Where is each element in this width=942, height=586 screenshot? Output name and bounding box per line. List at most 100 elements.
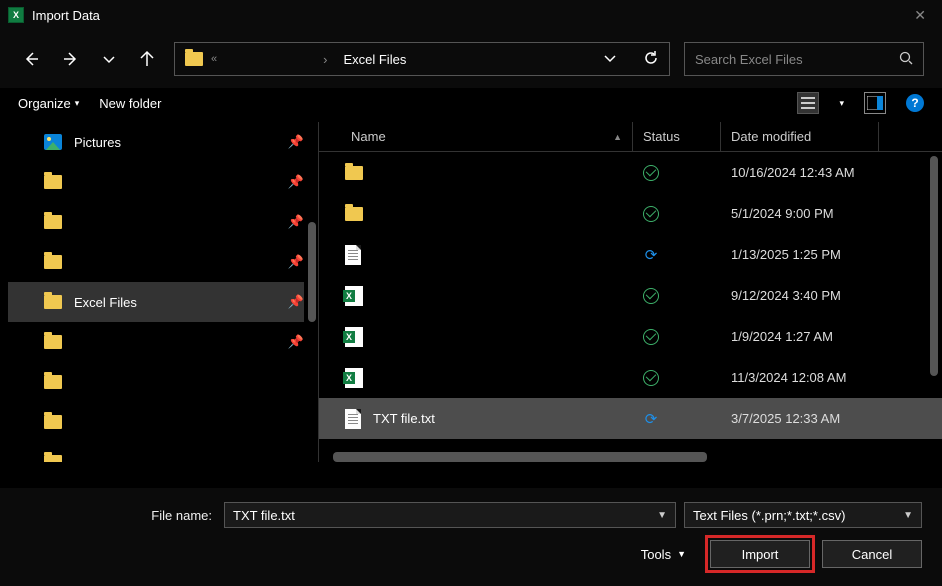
text-file-icon (345, 409, 361, 429)
address-bar[interactable]: « › Excel Files (174, 42, 670, 76)
file-name-label: File name: (151, 508, 212, 523)
help-button[interactable]: ? (906, 94, 924, 112)
xls-file-icon (345, 327, 363, 347)
pin-icon: 📌 (288, 334, 304, 350)
sidebar-item-label: Excel Files (74, 295, 276, 310)
file-date: 5/1/2024 9:00 PM (721, 206, 879, 221)
search-input[interactable] (695, 52, 899, 67)
file-list-v-scrollbar[interactable] (930, 156, 938, 416)
folder-icon (44, 335, 62, 349)
recent-dropdown-button[interactable] (98, 48, 120, 70)
sidebar-item[interactable]: 📌 (8, 242, 304, 282)
sidebar-item[interactable] (8, 442, 304, 462)
file-date: 1/13/2025 1:25 PM (721, 247, 879, 262)
file-row[interactable]: 1/9/2024 1:27 AM (319, 316, 942, 357)
file-row[interactable]: 5/1/2024 9:00 PM (319, 193, 942, 234)
folder-icon (345, 166, 363, 180)
tools-dropdown[interactable]: Tools ▼ (641, 547, 686, 562)
sidebar-scrollbar[interactable] (308, 122, 316, 462)
column-headers: Name ▲ Status Date modified (319, 122, 942, 152)
forward-button[interactable] (58, 46, 84, 72)
file-list: Name ▲ Status Date modified 10/16/2024 1… (318, 122, 942, 462)
file-type-value: Text Files (*.prn;*.txt;*.csv) (693, 508, 903, 523)
sidebar-item[interactable]: Pictures 📌 (8, 122, 304, 162)
column-date-header[interactable]: Date modified (721, 122, 879, 151)
status-available-icon (643, 165, 659, 181)
navigation-row: « › Excel Files (0, 30, 942, 88)
title-bar: X Import Data ✕ (0, 0, 942, 30)
pin-icon: 📌 (288, 254, 304, 270)
excel-app-icon: X (8, 7, 24, 23)
sidebar-scrollbar-thumb[interactable] (308, 222, 316, 322)
folder-icon (44, 455, 62, 462)
body-area: Pictures 📌 📌 📌 📌 Excel Files 📌 📌 Name ▲ Status … (0, 122, 942, 462)
footer: File name: ▼ Text Files (*.prn;*.txt;*.c… (0, 488, 942, 586)
sidebar-item[interactable]: 📌 (8, 202, 304, 242)
folder-icon (44, 175, 62, 189)
sidebar-item[interactable]: 📌 (8, 322, 304, 362)
file-name: TXT file.txt (373, 411, 435, 426)
back-button[interactable] (18, 46, 44, 72)
file-name-field[interactable]: ▼ (224, 502, 676, 528)
pin-icon: 📌 (288, 174, 304, 190)
file-list-h-scrollbar[interactable] (333, 452, 707, 462)
address-dropdown-icon[interactable] (603, 51, 617, 68)
new-folder-label: New folder (99, 96, 161, 111)
cancel-button[interactable]: Cancel (822, 540, 922, 568)
toolbar: Organize ▾ New folder ▾ ? (0, 88, 942, 122)
file-row[interactable]: 11/3/2024 12:08 AM (319, 357, 942, 398)
breadcrumb-overflow-icon[interactable]: « (211, 53, 217, 65)
breadcrumb-current[interactable]: Excel Files (337, 50, 412, 69)
file-type-dropdown[interactable]: Text Files (*.prn;*.txt;*.csv) ▼ (684, 502, 922, 528)
tools-label: Tools (641, 547, 671, 562)
sidebar: Pictures 📌 📌 📌 📌 Excel Files 📌 📌 (8, 122, 318, 462)
chevron-right-icon: › (323, 52, 327, 67)
view-dropdown-icon[interactable]: ▾ (839, 98, 844, 109)
refresh-button[interactable] (643, 50, 659, 69)
file-row[interactable]: 9/12/2024 3:40 PM (319, 275, 942, 316)
file-date: 10/16/2024 12:43 AM (721, 165, 879, 180)
file-date: 11/3/2024 12:08 AM (721, 370, 879, 385)
footer-row-filename: File name: ▼ Text Files (*.prn;*.txt;*.c… (20, 502, 922, 528)
sort-indicator-icon: ▲ (613, 132, 622, 142)
column-name-header[interactable]: Name ▲ (319, 122, 633, 151)
file-date: 9/12/2024 3:40 PM (721, 288, 879, 303)
column-status-header[interactable]: Status (633, 122, 721, 151)
status-available-icon (643, 206, 659, 222)
text-file-icon (345, 245, 361, 265)
tools-caret-icon: ▼ (677, 549, 686, 559)
status-sync-icon: ⟳ (643, 247, 659, 263)
pin-icon: 📌 (288, 134, 304, 150)
folder-icon (44, 375, 62, 389)
file-name-dropdown-icon[interactable]: ▼ (657, 510, 667, 521)
close-button[interactable]: ✕ (906, 3, 934, 28)
file-list-scrollbar-thumb[interactable] (930, 156, 938, 376)
import-button[interactable]: Import (710, 540, 810, 568)
file-date: 1/9/2024 1:27 AM (721, 329, 879, 344)
window-title: Import Data (32, 8, 906, 23)
file-date: 3/7/2025 12:33 AM (721, 411, 879, 426)
file-row[interactable]: TXT file.txt⟳3/7/2025 12:33 AM (319, 398, 942, 439)
search-icon[interactable] (899, 51, 913, 68)
caret-down-icon: ▾ (75, 98, 80, 109)
folder-icon (44, 415, 62, 429)
file-row[interactable]: 10/16/2024 12:43 AM (319, 152, 942, 193)
xls-file-icon (345, 286, 363, 306)
file-name-input[interactable] (233, 508, 657, 523)
pin-icon: 📌 (288, 294, 304, 310)
sidebar-item[interactable]: Excel Files 📌 (8, 282, 304, 322)
file-row[interactable]: ⟳ 1/13/2025 1:25 PM (319, 234, 942, 275)
sidebar-item[interactable] (8, 402, 304, 442)
new-folder-button[interactable]: New folder (99, 96, 161, 111)
status-available-icon (643, 288, 659, 304)
sidebar-item[interactable]: 📌 (8, 162, 304, 202)
sidebar-item-label: Pictures (74, 135, 276, 150)
search-box[interactable] (684, 42, 924, 76)
sidebar-item[interactable] (8, 362, 304, 402)
picture-icon (44, 134, 62, 150)
preview-pane-button[interactable] (864, 92, 886, 114)
pin-icon: 📌 (288, 214, 304, 230)
up-button[interactable] (134, 46, 160, 72)
organize-button[interactable]: Organize ▾ (18, 96, 79, 111)
view-mode-button[interactable] (797, 92, 819, 114)
